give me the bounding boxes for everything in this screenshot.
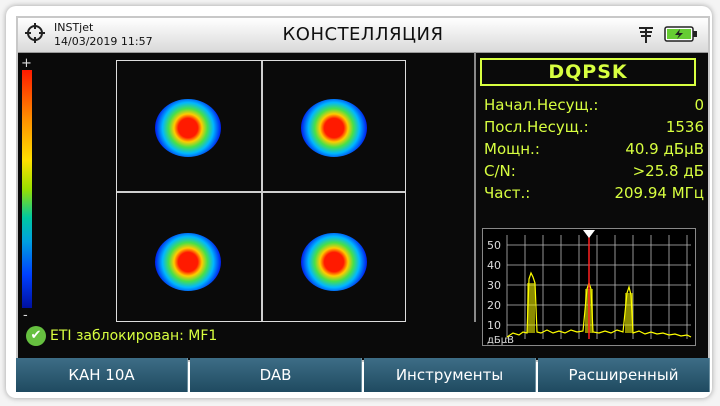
- info-row-start-carrier: Начал.Несущ.: 0: [484, 96, 704, 118]
- colorbar-minus-label: -: [23, 308, 28, 323]
- check-icon: ✔: [26, 326, 46, 346]
- info-row-frequency: Част.: 209.94 МГц: [484, 184, 704, 206]
- info-row-end-carrier: Посл.Несущ.: 1536: [484, 118, 704, 140]
- softkey-channel[interactable]: КАН 10А: [16, 358, 188, 392]
- density-colorbar: [22, 70, 32, 308]
- device-frame: INSTjet 14/03/2019 11:57 КОНСТЕЛЛЯЦИЯ + …: [6, 6, 712, 398]
- spectrum-tick-30: 30: [487, 279, 501, 292]
- battery-plug-icon: [664, 26, 697, 42]
- symbol-cluster-top-left: [155, 99, 221, 157]
- screen: INSTjet 14/03/2019 11:57 КОНСТЕЛЛЯЦИЯ + …: [16, 16, 710, 362]
- spectrum-mini-plot: 50 40 30 20 10 дБμВ: [482, 228, 696, 346]
- constellation-h-axis: [117, 191, 405, 193]
- antenna-icon: [639, 27, 653, 43]
- info-value: 1536: [665, 118, 704, 136]
- constellation-plot: [116, 60, 406, 322]
- header-bar: INSTjet 14/03/2019 11:57 КОНСТЕЛЛЯЦИЯ: [18, 18, 708, 53]
- spectrum-unit-label: дБμВ: [487, 335, 514, 346]
- spectrum-tick-40: 40: [487, 259, 501, 272]
- softkey-bar: КАН 10А DAB Инструменты Расширенный: [16, 358, 710, 392]
- info-value: 40.9 дБμВ: [625, 140, 704, 158]
- info-label: Посл.Несущ.:: [484, 118, 589, 136]
- colorbar-plus-label: +: [21, 56, 32, 71]
- info-row-power: Мощн.: 40.9 дБμВ: [484, 140, 704, 162]
- symbol-cluster-top-right: [301, 99, 367, 157]
- spectrum-tick-50: 50: [487, 239, 501, 252]
- symbol-cluster-bottom-right: [301, 233, 367, 291]
- lock-status: ✔ ETI заблокирован: MF1: [26, 326, 217, 350]
- page-title: КОНСТЕЛЛЯЦИЯ: [282, 24, 444, 45]
- info-label: Начал.Несущ.:: [484, 96, 599, 114]
- modulation-badge: DQPSK: [480, 58, 696, 86]
- spectrum-tick-10: 10: [487, 319, 501, 332]
- info-value: 209.94 МГц: [614, 184, 704, 202]
- info-value: 0: [694, 96, 704, 114]
- info-label: C/N:: [484, 162, 516, 180]
- symbol-cluster-bottom-left: [155, 233, 221, 291]
- softkey-dab[interactable]: DAB: [190, 358, 362, 392]
- lock-status-text: ETI заблокирован: MF1: [50, 328, 218, 344]
- info-label: Мощн.:: [484, 140, 540, 158]
- spectrum-block-1: [527, 283, 535, 333]
- softkey-advanced[interactable]: Расширенный: [538, 358, 710, 392]
- spectrum-block-3: [625, 293, 633, 333]
- spectrum-tick-20: 20: [487, 299, 501, 312]
- info-value: >25.8 дБ: [632, 162, 704, 180]
- info-row-cn: C/N: >25.8 дБ: [484, 162, 704, 184]
- info-label: Част.:: [484, 184, 531, 202]
- spectrum-marker-arrow: [583, 230, 595, 238]
- softkey-tools[interactable]: Инструменты: [364, 358, 536, 392]
